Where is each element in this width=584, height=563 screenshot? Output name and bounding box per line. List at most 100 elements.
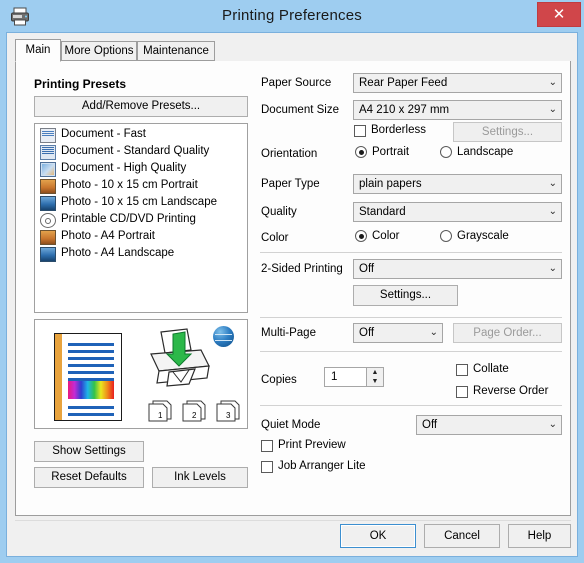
- tab-main[interactable]: Main: [15, 39, 61, 62]
- print-preview-label[interactable]: Print Preview: [278, 439, 346, 451]
- list-item-label: Document - High Quality: [61, 162, 187, 174]
- borderless-settings-button: Settings...: [453, 122, 562, 142]
- photo-portrait-icon: [40, 230, 56, 245]
- ink-levels-button[interactable]: Ink Levels: [152, 467, 248, 488]
- list-item[interactable]: Photo - 10 x 15 cm Landscape: [35, 194, 247, 211]
- copies-value: 1: [331, 371, 338, 383]
- list-item[interactable]: Document - High Quality: [35, 160, 247, 177]
- quality-value: Standard: [359, 206, 406, 218]
- orientation-portrait-radio[interactable]: [355, 146, 367, 158]
- quiet-mode-label: Quiet Mode: [261, 419, 321, 431]
- quiet-mode-select[interactable]: Off ⌄: [416, 415, 562, 435]
- list-item[interactable]: Document - Fast: [35, 126, 247, 143]
- close-button[interactable]: ✕: [537, 2, 581, 27]
- page-stack-icon: 2: [182, 400, 206, 422]
- close-icon: ✕: [552, 5, 566, 23]
- reset-defaults-button[interactable]: Reset Defaults: [34, 467, 144, 488]
- divider: [260, 351, 562, 352]
- footer-divider: [15, 520, 571, 521]
- list-item[interactable]: Photo - 10 x 15 cm Portrait: [35, 177, 247, 194]
- cd-dvd-icon: [40, 213, 56, 228]
- document-size-label: Document Size: [261, 104, 339, 116]
- document-preview-icon: [54, 333, 122, 421]
- cancel-button[interactable]: Cancel: [424, 524, 500, 548]
- tab-maintenance[interactable]: Maintenance: [137, 41, 215, 61]
- photo-landscape-icon: [40, 247, 56, 262]
- orientation-label: Orientation: [261, 148, 318, 160]
- list-item[interactable]: Photo - A4 Landscape: [35, 245, 247, 262]
- two-sided-printing-label: 2-Sided Printing: [261, 263, 343, 275]
- globe-icon: [213, 326, 234, 347]
- chevron-down-icon: ⌄: [429, 327, 438, 338]
- copies-spin-buttons[interactable]: ▲ ▼: [366, 368, 383, 386]
- job-arranger-label[interactable]: Job Arranger Lite: [278, 460, 366, 472]
- orientation-landscape-label[interactable]: Landscape: [457, 146, 513, 158]
- divider: [260, 317, 562, 318]
- tab-more-options[interactable]: More Options: [61, 41, 137, 61]
- paper-type-select[interactable]: plain papers ⌄: [353, 174, 562, 194]
- color-label: Color: [261, 232, 289, 244]
- quality-select[interactable]: Standard ⌄: [353, 202, 562, 222]
- page-stack-icon: 1: [148, 400, 172, 422]
- color-radio[interactable]: [355, 230, 367, 242]
- chevron-down-icon: ⌄: [548, 178, 557, 189]
- title-bar: Printing Preferences ✕: [0, 0, 584, 32]
- svg-text:1: 1: [158, 411, 163, 420]
- two-sided-printing-select[interactable]: Off ⌄: [353, 259, 562, 279]
- spin-up-icon[interactable]: ▲: [367, 368, 383, 377]
- printer-illustration-icon: [150, 328, 210, 387]
- list-item[interactable]: Document - Standard Quality: [35, 143, 247, 160]
- copies-stepper[interactable]: 1 ▲ ▼: [324, 367, 384, 387]
- page-stack-icon: 3: [216, 400, 240, 422]
- borderless-label[interactable]: Borderless: [371, 124, 426, 136]
- list-item-label: Photo - A4 Portrait: [61, 230, 155, 242]
- list-item-label: Printable CD/DVD Printing: [61, 213, 196, 225]
- paper-source-select[interactable]: Rear Paper Feed ⌄: [353, 73, 562, 93]
- collate-label[interactable]: Collate: [473, 363, 509, 375]
- ok-button[interactable]: OK: [340, 524, 416, 548]
- list-item[interactable]: Printable CD/DVD Printing: [35, 211, 247, 228]
- chevron-down-icon: ⌄: [548, 263, 557, 274]
- reverse-order-label[interactable]: Reverse Order: [473, 385, 548, 397]
- document-icon: [40, 128, 56, 143]
- photo-landscape-icon: [40, 196, 56, 211]
- job-arranger-checkbox[interactable]: [261, 461, 273, 473]
- add-remove-presets-button[interactable]: Add/Remove Presets...: [34, 96, 248, 117]
- document-text-lines: [68, 343, 114, 385]
- multi-page-select[interactable]: Off ⌄: [353, 323, 443, 343]
- borderless-checkbox[interactable]: [354, 125, 366, 137]
- svg-text:2: 2: [192, 411, 197, 420]
- color-radio-label[interactable]: Color: [372, 230, 399, 242]
- presets-list[interactable]: Document - Fast Document - Standard Qual…: [34, 123, 248, 313]
- document-size-select[interactable]: A4 210 x 297 mm ⌄: [353, 100, 562, 120]
- list-item[interactable]: Photo - A4 Portrait: [35, 228, 247, 245]
- two-sided-printing-value: Off: [359, 263, 375, 275]
- list-item-label: Photo - A4 Landscape: [61, 247, 175, 259]
- help-button[interactable]: Help: [508, 524, 571, 548]
- orientation-landscape-radio[interactable]: [440, 146, 452, 158]
- divider: [260, 252, 562, 253]
- dialog-client-area: Main More Options Maintenance Printing P…: [6, 32, 578, 557]
- grayscale-radio[interactable]: [440, 230, 452, 242]
- list-item-label: Photo - 10 x 15 cm Landscape: [61, 196, 217, 208]
- orientation-portrait-label[interactable]: Portrait: [372, 146, 409, 158]
- print-preview-checkbox[interactable]: [261, 440, 273, 452]
- show-settings-button[interactable]: Show Settings: [34, 441, 144, 462]
- divider: [260, 405, 562, 406]
- printing-preferences-window: Printing Preferences ✕ Main More Options…: [0, 0, 584, 563]
- photo-portrait-icon: [40, 179, 56, 194]
- document-icon: [40, 145, 56, 160]
- main-tab-panel: Printing Presets Add/Remove Presets... D…: [15, 61, 571, 516]
- document-size-value: A4 210 x 297 mm: [359, 104, 450, 116]
- document-text-line: [68, 406, 114, 409]
- multi-page-value: Off: [359, 327, 375, 339]
- document-margin: [55, 334, 62, 420]
- two-sided-settings-button[interactable]: Settings...: [353, 285, 458, 306]
- list-item-label: Document - Standard Quality: [61, 145, 210, 157]
- grayscale-radio-label[interactable]: Grayscale: [457, 230, 509, 242]
- collate-checkbox[interactable]: [456, 364, 468, 376]
- spin-down-icon[interactable]: ▼: [367, 377, 383, 386]
- print-preview-box: 1 2 3: [34, 319, 248, 429]
- reverse-order-checkbox[interactable]: [456, 386, 468, 398]
- chevron-down-icon: ⌄: [548, 77, 557, 88]
